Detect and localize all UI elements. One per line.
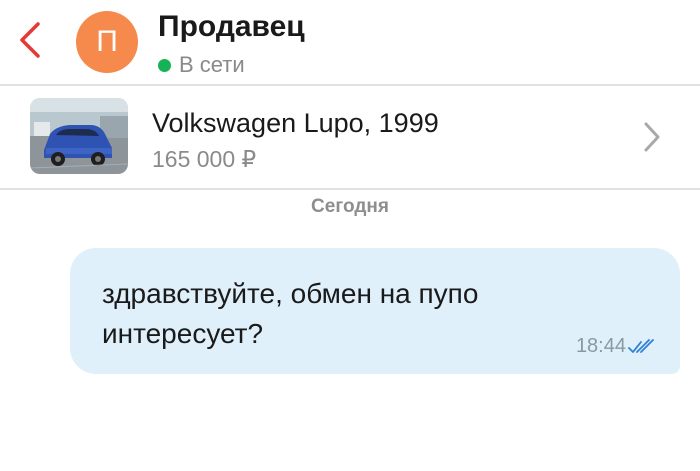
listing-title: Volkswagen Lupo, 1999 (152, 108, 439, 138)
avatar-letter: П (96, 25, 118, 58)
chat-screen: П Продавец В сети Volkswagen Lupo, 1999 … (0, 0, 700, 471)
online-dot-icon (158, 58, 171, 72)
back-button[interactable] (14, 20, 46, 60)
outgoing-message-bubble[interactable]: здравствуйте, обмен на пупо интересует? … (70, 248, 680, 374)
message-meta: 18:44 (576, 335, 654, 358)
seller-name: Продавец (158, 10, 305, 43)
car-photo-icon (30, 98, 128, 174)
double-check-icon (628, 338, 654, 353)
listing-divider (0, 188, 700, 190)
chat-header: П Продавец В сети (0, 0, 700, 84)
avatar[interactable]: П (76, 11, 138, 73)
chevron-left-icon (20, 22, 40, 58)
online-status: В сети (158, 52, 245, 78)
listing-thumbnail (30, 98, 128, 174)
chevron-right-icon (644, 122, 660, 152)
message-time: 18:44 (575, 335, 626, 357)
listing-price: 165 000 ₽ (152, 146, 257, 172)
date-separator: Сегодня (311, 196, 389, 217)
message-text: здравствуйте, обмен на пупо интересует? (102, 278, 479, 349)
listing-card[interactable]: Volkswagen Lupo, 1999 165 000 ₽ (0, 86, 700, 188)
online-status-label: В сети (179, 52, 245, 77)
